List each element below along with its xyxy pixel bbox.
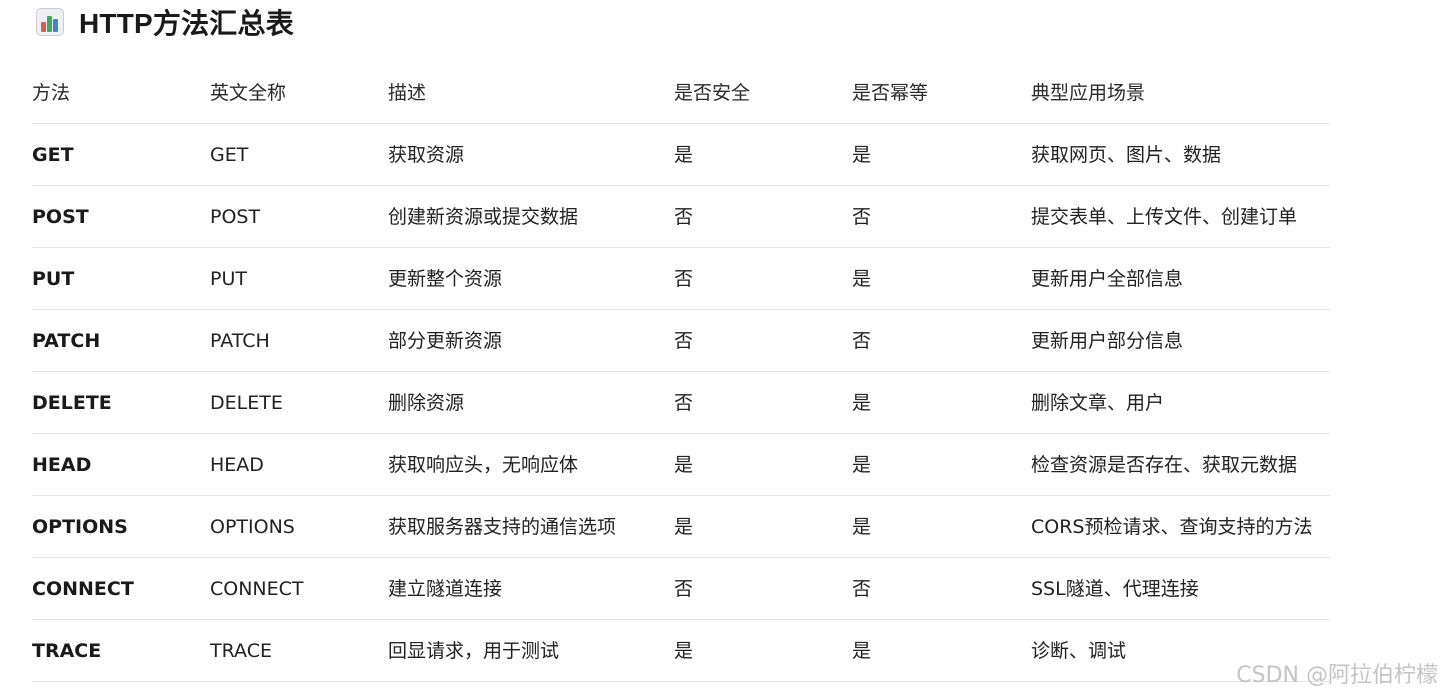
safe-cell: 否 bbox=[674, 206, 694, 228]
safe-cell: 是 bbox=[674, 516, 694, 538]
description-cell: 更新整个资源 bbox=[388, 268, 503, 290]
idempotent-cell: 是 bbox=[852, 454, 872, 476]
method-cell: HEAD bbox=[32, 454, 92, 476]
use-case-cell: SSL隧道、代理连接 bbox=[1031, 578, 1199, 600]
description-cell: 部分更新资源 bbox=[388, 330, 503, 352]
method-cell: TRACE bbox=[32, 640, 102, 662]
use-case-cell: 更新用户部分信息 bbox=[1031, 330, 1184, 352]
idempotent-cell: 否 bbox=[852, 578, 872, 600]
method-cell: DELETE bbox=[32, 392, 112, 414]
table-row: CONNECT CONNECT 建立隧道连接 否 否 SSL隧道、代理连接 bbox=[32, 558, 1330, 620]
page-title: HTTP方法汇总表 bbox=[79, 8, 294, 39]
watermark: CSDN @阿拉伯柠檬 bbox=[1236, 663, 1438, 688]
column-header-use-case: 典型应用场景 bbox=[1031, 82, 1146, 104]
http-methods-table: 方法 英文全称 描述 是否安全 是否幂等 典型应用场景 GET GET 获取资源是是… bbox=[32, 62, 1330, 682]
table-row: HEAD HEAD 获取响应头，无响应体 是 是 检查资源是否存在、获取元数据 bbox=[32, 434, 1330, 496]
description-cell: 获取资源 bbox=[388, 144, 465, 166]
description-cell: 回显请求，用于测试 bbox=[388, 640, 560, 662]
full-name-cell: CONNECT bbox=[210, 578, 304, 600]
table-row: PATCH PATCH 部分更新资源 否 否 更新用户部分信息 bbox=[32, 310, 1330, 372]
full-name-cell: HEAD bbox=[210, 454, 264, 476]
table-body: GET GET 获取资源是是获取网页、图片、数据 POST POST 创建新资源或提交数据… bbox=[32, 124, 1330, 682]
full-name-cell: POST bbox=[210, 206, 261, 228]
safe-cell: 否 bbox=[674, 578, 694, 600]
column-header-idempotent: 是否幂等 bbox=[852, 82, 929, 104]
full-name-cell: PATCH bbox=[210, 330, 270, 352]
method-cell: GET bbox=[32, 144, 74, 166]
idempotent-cell: 是 bbox=[852, 268, 872, 290]
method-cell: CONNECT bbox=[32, 578, 134, 600]
method-cell: PATCH bbox=[32, 330, 101, 352]
full-name-cell: DELETE bbox=[210, 392, 283, 414]
idempotent-cell: 否 bbox=[852, 206, 872, 228]
column-header-method: 方法 bbox=[32, 82, 71, 104]
safe-cell: 是 bbox=[674, 640, 694, 662]
table-row: OPTIONS OPTIONS 获取服务器支持的通信选项 是 是 CORS预检请求、查询支… bbox=[32, 496, 1330, 558]
table-row: GET GET 获取资源 是 是 获取网页、图片、数据 bbox=[32, 124, 1330, 186]
description-cell: 建立隧道连接 bbox=[388, 578, 503, 600]
idempotent-cell: 是 bbox=[852, 392, 872, 414]
idempotent-cell: 是 bbox=[852, 144, 872, 166]
method-cell: OPTIONS bbox=[32, 516, 128, 538]
idempotent-cell: 是 bbox=[852, 516, 872, 538]
column-header-full-name: 英文全称 bbox=[210, 82, 287, 104]
use-case-cell: 更新用户全部信息 bbox=[1031, 268, 1184, 290]
full-name-cell: TRACE bbox=[210, 640, 272, 662]
table-header-row: 方法 英文全称 描述 是否安全 是否幂等 典型应用场景 bbox=[32, 62, 1330, 124]
method-cell: PUT bbox=[32, 268, 75, 290]
use-case-cell: 删除文章、用户 bbox=[1031, 392, 1165, 414]
column-header-description: 描述 bbox=[388, 82, 427, 104]
description-cell: 删除资源 bbox=[388, 392, 465, 414]
column-header-safe: 是否安全 bbox=[674, 82, 751, 104]
bar-chart-icon bbox=[35, 7, 65, 37]
full-name-cell: GET bbox=[210, 144, 249, 166]
title-row: HTTP方法汇总表 bbox=[35, 4, 294, 40]
description-cell: 创建新资源或提交数据 bbox=[388, 206, 579, 228]
use-case-cell: 获取网页、图片、数据 bbox=[1031, 144, 1222, 166]
safe-cell: 是 bbox=[674, 144, 694, 166]
method-cell: POST bbox=[32, 206, 89, 228]
safe-cell: 否 bbox=[674, 392, 694, 414]
full-name-cell: OPTIONS bbox=[210, 516, 295, 538]
safe-cell: 是 bbox=[674, 454, 694, 476]
idempotent-cell: 否 bbox=[852, 330, 872, 352]
table-row: DELETE DELETE 删除资源 否 是 删除文章、用户 bbox=[32, 372, 1330, 434]
safe-cell: 否 bbox=[674, 330, 694, 352]
use-case-cell: 检查资源是否存在、获取元数据 bbox=[1031, 454, 1298, 476]
use-case-cell: 诊断、调试 bbox=[1031, 640, 1127, 662]
idempotent-cell: 是 bbox=[852, 640, 872, 662]
safe-cell: 否 bbox=[674, 268, 694, 290]
table-row: POST POST 创建新资源或提交数据 否 否 提交表单、上传文件、创建订单 bbox=[32, 186, 1330, 248]
table-row: PUT PUT 更新整个资源 否 是 更新用户全部信息 bbox=[32, 248, 1330, 310]
use-case-cell: 提交表单、上传文件、创建订单 bbox=[1031, 206, 1298, 228]
description-cell: 获取服务器支持的通信选项 bbox=[388, 516, 617, 538]
use-case-cell: CORS预检请求、查询支持的方法 bbox=[1031, 516, 1313, 538]
full-name-cell: PUT bbox=[210, 268, 247, 290]
description-cell: 获取响应头，无响应体 bbox=[388, 454, 579, 476]
table-row: TRACE TRACE 回显请求，用于测试 是 是 诊断、调试 bbox=[32, 620, 1330, 682]
